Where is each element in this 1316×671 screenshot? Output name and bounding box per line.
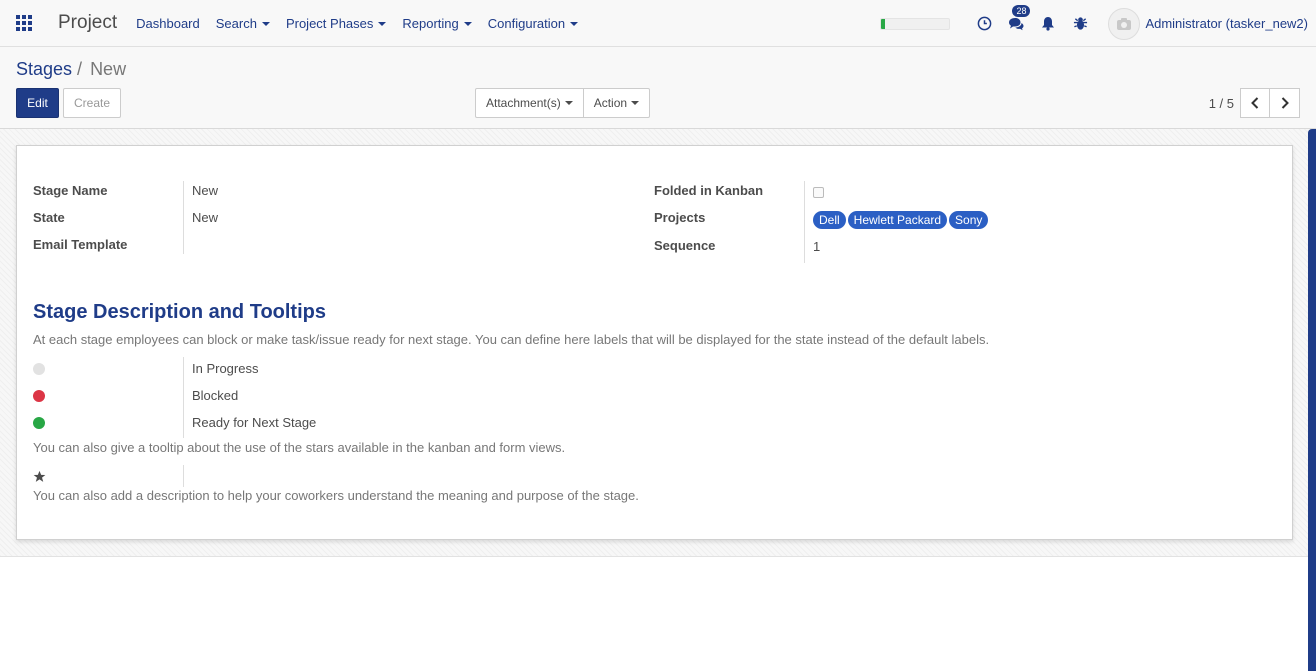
project-tag[interactable]: Hewlett Packard [847,210,948,229]
state-dot-row [33,355,45,382]
sequence-label: Sequence [654,238,716,253]
progress-bar [880,17,951,30]
edit-button[interactable]: Edit [16,88,59,118]
form-view: Stage Name State Email Template New New … [0,129,1316,557]
state-dots [33,355,45,436]
create-button[interactable]: Create [63,88,121,118]
star-tooltip-field[interactable] [183,465,184,487]
apps-icon[interactable] [0,0,47,47]
email-template-value[interactable] [184,231,218,258]
pager-next-button[interactable] [1270,88,1300,118]
green-dot-icon [33,416,45,429]
clock-icon[interactable] [968,0,1000,47]
email-template-label: Email Template [33,237,128,252]
top-navbar: Project Dashboard Search Project Phases … [0,0,1316,47]
attachments-dropdown[interactable]: Attachment(s) [476,89,583,117]
legend-blocked-field[interactable]: Blocked [184,382,316,409]
bug-icon[interactable] [1064,0,1096,47]
projects-tags: Dell Hewlett Packard Sony [805,206,990,233]
star-row-inner [33,463,46,490]
menu-dashboard[interactable]: Dashboard [128,16,208,31]
description-help: You can also add a description to help y… [33,488,639,503]
messages-badge: 28 [1012,5,1031,17]
red-dot-icon [33,389,45,402]
legend-normal-field[interactable]: In Progress [184,355,316,382]
chevron-right-icon [1281,97,1289,109]
chat-icon[interactable]: 28 [1000,0,1032,47]
caret-down-icon [463,21,472,26]
caret-down-icon [261,21,270,26]
menu-project-phases[interactable]: Project Phases [278,16,394,31]
state-dot-row [33,409,45,436]
caret-down-icon [570,21,579,26]
menu-reporting[interactable]: Reporting [394,16,479,31]
chevron-left-icon [1251,97,1259,109]
legend-done-field[interactable]: Ready for Next Stage [184,409,316,436]
stars-help: You can also give a tooltip about the us… [33,440,566,455]
folded-in-kanban-field [805,179,990,206]
progress-fill [881,18,885,29]
project-tag[interactable]: Dell [813,210,846,229]
state-labels: In Progress Blocked Ready for Next Stage [183,357,316,438]
star-icon [33,470,46,482]
breadcrumb-current: New [90,59,127,79]
right-field-group: Folded in Kanban Projects Sequence [654,177,763,260]
pager-value[interactable]: 1 / 5 [1209,96,1234,111]
star-row [33,463,46,490]
breadcrumb-stages[interactable]: Stages [16,59,72,80]
navbar-systray: 28 Administrator (tasker_new2) [880,0,1316,47]
right-values: Dell Hewlett Packard Sony 1 [804,181,990,263]
stage-name-label: Stage Name [33,183,108,198]
folded-in-kanban-checkbox[interactable] [813,187,824,198]
form-sheet: Stage Name State Email Template New New … [16,145,1293,540]
control-panel: Stages / New Edit Create Attachment(s) A… [0,47,1316,129]
caret-down-icon [631,101,640,105]
projects-label: Projects [654,210,706,225]
breadcrumb: Stages / New [16,59,126,80]
app-brand: Project [58,12,118,33]
breadcrumb-separator: / [77,59,83,79]
sidebar-actions: Attachment(s) Action [475,88,651,118]
action-dropdown[interactable]: Action [582,89,649,117]
grey-dot-icon [33,362,45,375]
state-label: State [33,210,65,225]
caret-down-icon [378,21,387,26]
section-title: Stage Description and Tooltips [33,301,326,323]
project-tag[interactable]: Sony [949,210,989,229]
bell-icon[interactable] [1032,0,1064,47]
main-menu: Dashboard Search Project Phases Reportin… [128,16,586,31]
state-value[interactable]: New [184,204,218,231]
stage-name-value[interactable]: New [184,177,218,204]
avatar[interactable] [1108,7,1141,40]
user-menu[interactable]: Administrator (tasker_new2) [1145,16,1308,31]
folded-in-kanban-label: Folded in Kanban [654,183,764,198]
section-help: At each stage employees can block or mak… [33,332,990,347]
menu-search[interactable]: Search [208,16,278,31]
pager: 1 / 5 [1209,88,1300,118]
camera-icon [1117,17,1132,30]
caret-down-icon [564,101,573,105]
scrollbar[interactable] [1308,129,1316,671]
pager-previous-button[interactable] [1240,88,1270,118]
left-field-group: Stage Name State Email Template [33,177,127,258]
left-values: New New [183,181,218,254]
state-dot-row [33,382,45,409]
menu-configuration[interactable]: Configuration [480,16,586,31]
sequence-value[interactable]: 1 [805,233,990,260]
